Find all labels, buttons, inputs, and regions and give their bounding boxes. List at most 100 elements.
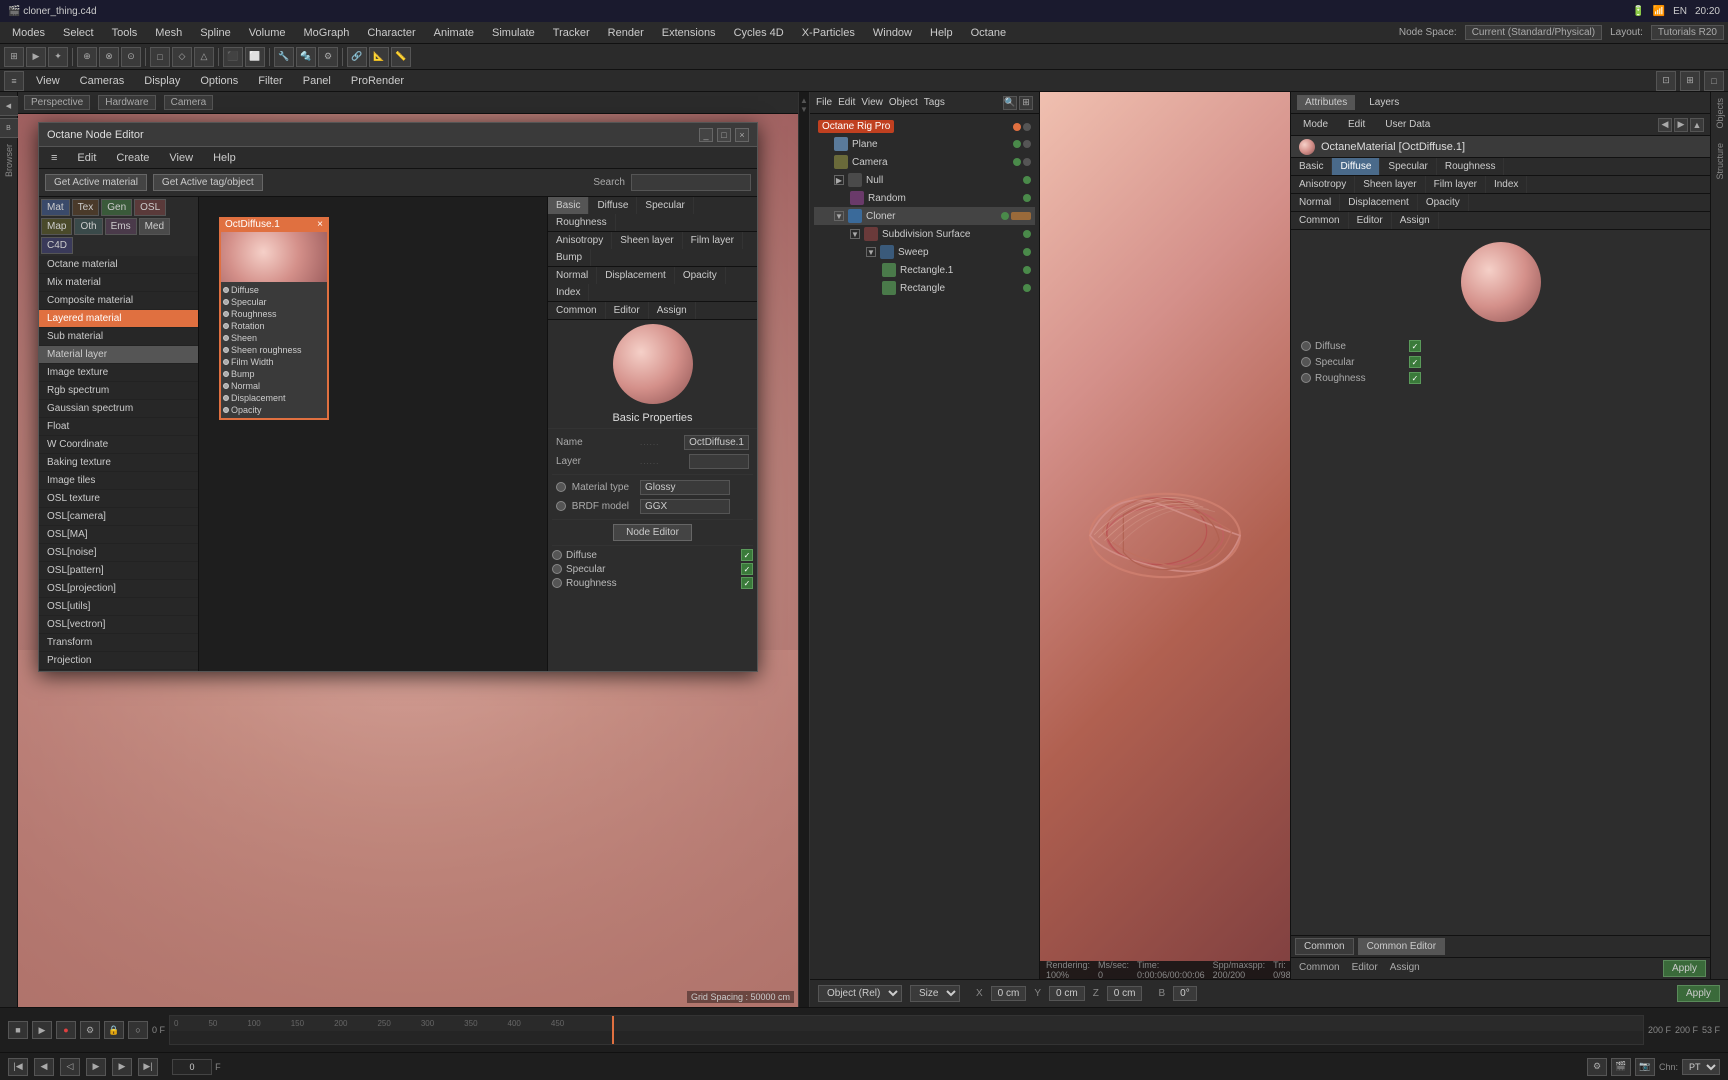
render-btn-2[interactable]: 🎬 <box>1611 1058 1631 1076</box>
ne-props-tab-opacity[interactable]: Opacity <box>675 267 726 284</box>
timeline-ruler[interactable]: 0 50 100 150 200 250 300 350 400 450 <box>169 1015 1644 1045</box>
edit-menu[interactable]: Edit <box>838 97 855 108</box>
view-menu[interactable]: View <box>861 97 883 108</box>
tree-sweep[interactable]: ▼ Sweep <box>814 243 1035 261</box>
window-maximize[interactable]: □ <box>717 128 731 142</box>
ne-props-tab-displacement[interactable]: Displacement <box>597 267 675 284</box>
list-transform[interactable]: Transform <box>39 634 198 652</box>
specular-radio[interactable] <box>552 564 562 574</box>
list-osl-ma[interactable]: OSL[MA] <box>39 526 198 544</box>
attr-diffuse-radio[interactable] <box>1301 341 1311 351</box>
tool-icon-2[interactable]: ▶ <box>26 47 46 67</box>
list-osl-pattern[interactable]: OSL[pattern] <box>39 562 198 580</box>
diffuse-check[interactable]: ✓ <box>741 549 753 561</box>
bottom-tab-editor[interactable]: Common Editor <box>1358 938 1445 955</box>
attr-tab-displacement[interactable]: Displacement <box>1340 194 1418 211</box>
attr-tab-roughness[interactable]: Roughness <box>1437 158 1505 175</box>
transport-rewind[interactable]: |◀ <box>8 1058 28 1076</box>
list-baking-texture[interactable]: Baking texture <box>39 454 198 472</box>
apply-button[interactable]: Apply <box>1677 985 1720 1002</box>
tree-expand-null[interactable]: ▶ <box>834 175 844 185</box>
sidebar-icon-browser[interactable]: B <box>0 118 19 138</box>
list-gaussian-spectrum[interactable]: Gaussian spectrum <box>39 400 198 418</box>
object-menu[interactable]: Object <box>889 97 918 108</box>
view-menu-cameras[interactable]: Cameras <box>72 74 133 88</box>
attr-tab-specular[interactable]: Specular <box>1380 158 1436 175</box>
list-image-texture[interactable]: Image texture <box>39 364 198 382</box>
size-select[interactable]: Size <box>910 985 960 1002</box>
view-icon-maximize[interactable]: □ <box>1704 71 1724 91</box>
attr-tab-sheen[interactable]: Sheen layer <box>1355 176 1425 193</box>
attr-up-icon[interactable]: ▲ <box>1690 118 1704 132</box>
attr-specular-radio[interactable] <box>1301 357 1311 367</box>
ghost-btn[interactable]: ○ <box>128 1021 148 1039</box>
attr-tab-basic[interactable]: Basic <box>1291 158 1332 175</box>
attr-userdata-btn[interactable]: User Data <box>1379 117 1436 132</box>
menu-extensions[interactable]: Extensions <box>654 26 724 40</box>
ne-tab-map[interactable]: Map <box>41 218 72 235</box>
sidebar-structure-label[interactable]: Structure <box>1713 141 1727 182</box>
attr-diffuse-check[interactable]: ✓ <box>1409 340 1421 352</box>
play-btn[interactable]: ▶ <box>32 1021 52 1039</box>
menu-select[interactable]: Select <box>55 26 102 40</box>
hardware-label[interactable]: Hardware <box>98 95 155 110</box>
tool-icon-15[interactable]: 🔗 <box>347 47 367 67</box>
tags-menu[interactable]: Tags <box>924 97 945 108</box>
tool-icon-3[interactable]: ✦ <box>48 47 68 67</box>
menu-tracker[interactable]: Tracker <box>545 26 598 40</box>
current-frame-input[interactable] <box>172 1059 212 1075</box>
transport-play-rev[interactable]: ◁ <box>60 1058 80 1076</box>
render-btn-1[interactable]: ⚙ <box>1587 1058 1607 1076</box>
ne-tab-c4d[interactable]: C4D <box>41 237 73 254</box>
attr-tab-diffuse[interactable]: Diffuse <box>1332 158 1380 175</box>
ne-props-tab-normal[interactable]: Normal <box>548 267 597 284</box>
tool-icon-9[interactable]: △ <box>194 47 214 67</box>
list-osl-vectron[interactable]: OSL[vectron] <box>39 616 198 634</box>
menu-mograph[interactable]: MoGraph <box>295 26 357 40</box>
ne-canvas[interactable]: OctDiffuse.1 × Diffuse Specular <box>199 197 547 671</box>
record-btn[interactable]: ● <box>56 1021 76 1039</box>
ne-props-tab-diffuse[interactable]: Diffuse <box>589 197 637 214</box>
port-sheen[interactable]: Sheen <box>223 332 325 344</box>
file-menu[interactable]: File <box>816 97 832 108</box>
ne-props-tab-assign[interactable]: Assign <box>649 302 696 319</box>
camera-label[interactable]: Camera <box>164 95 214 110</box>
tree-rectangle1[interactable]: Rectangle.1 <box>814 261 1035 279</box>
port-normal[interactable]: Normal <box>223 380 325 392</box>
menu-animate[interactable]: Animate <box>426 26 482 40</box>
channel-select[interactable]: PT <box>1682 1059 1720 1075</box>
ne-tab-ems[interactable]: Ems <box>105 218 137 235</box>
attr-tab-anisotropy[interactable]: Anisotropy <box>1291 176 1355 193</box>
menu-simulate[interactable]: Simulate <box>484 26 543 40</box>
mattype-radio[interactable] <box>556 482 566 492</box>
ne-props-tab-common[interactable]: Common <box>548 302 606 319</box>
menu-tools[interactable]: Tools <box>104 26 146 40</box>
list-layered-material[interactable]: Layered material <box>39 310 198 328</box>
port-opacity[interactable]: Opacity <box>223 404 325 416</box>
tool-icon-16[interactable]: 📐 <box>369 47 389 67</box>
roughness-radio[interactable] <box>552 578 562 588</box>
transport-forward[interactable]: ▶| <box>138 1058 158 1076</box>
list-material-layer[interactable]: Material layer <box>39 346 198 364</box>
transport-prev-frame[interactable]: ◀ <box>34 1058 54 1076</box>
menu-help[interactable]: Help <box>922 26 961 40</box>
oct-diffuse-node[interactable]: OctDiffuse.1 × Diffuse Specular <box>219 217 329 420</box>
list-w-coordinate[interactable]: W Coordinate <box>39 436 198 454</box>
tree-expand-sweep[interactable]: ▼ <box>866 247 876 257</box>
tool-icon-17[interactable]: 📏 <box>391 47 411 67</box>
view-menu-prorender[interactable]: ProRender <box>343 74 412 88</box>
port-rotation[interactable]: Rotation <box>223 320 325 332</box>
tool-icon-12[interactable]: 🔧 <box>274 47 294 67</box>
coord-system-select[interactable]: Object (Rel) <box>818 985 902 1002</box>
ne-props-tab-index[interactable]: Index <box>548 284 589 301</box>
transport-play-fwd[interactable]: ▶ <box>86 1058 106 1076</box>
transport-next-frame[interactable]: ▶ <box>112 1058 132 1076</box>
view-icon-1[interactable]: ≡ <box>4 71 24 91</box>
list-octane-material[interactable]: Octane material <box>39 256 198 274</box>
view-menu-view[interactable]: View <box>28 74 68 88</box>
view-menu-panel[interactable]: Panel <box>295 74 339 88</box>
attr-back-icon[interactable]: ◀ <box>1658 118 1672 132</box>
attr-tab-attributes[interactable]: Attributes <box>1297 95 1355 110</box>
attr-tab-opacity[interactable]: Opacity <box>1418 194 1469 211</box>
port-diffuse[interactable]: Diffuse <box>223 284 325 296</box>
